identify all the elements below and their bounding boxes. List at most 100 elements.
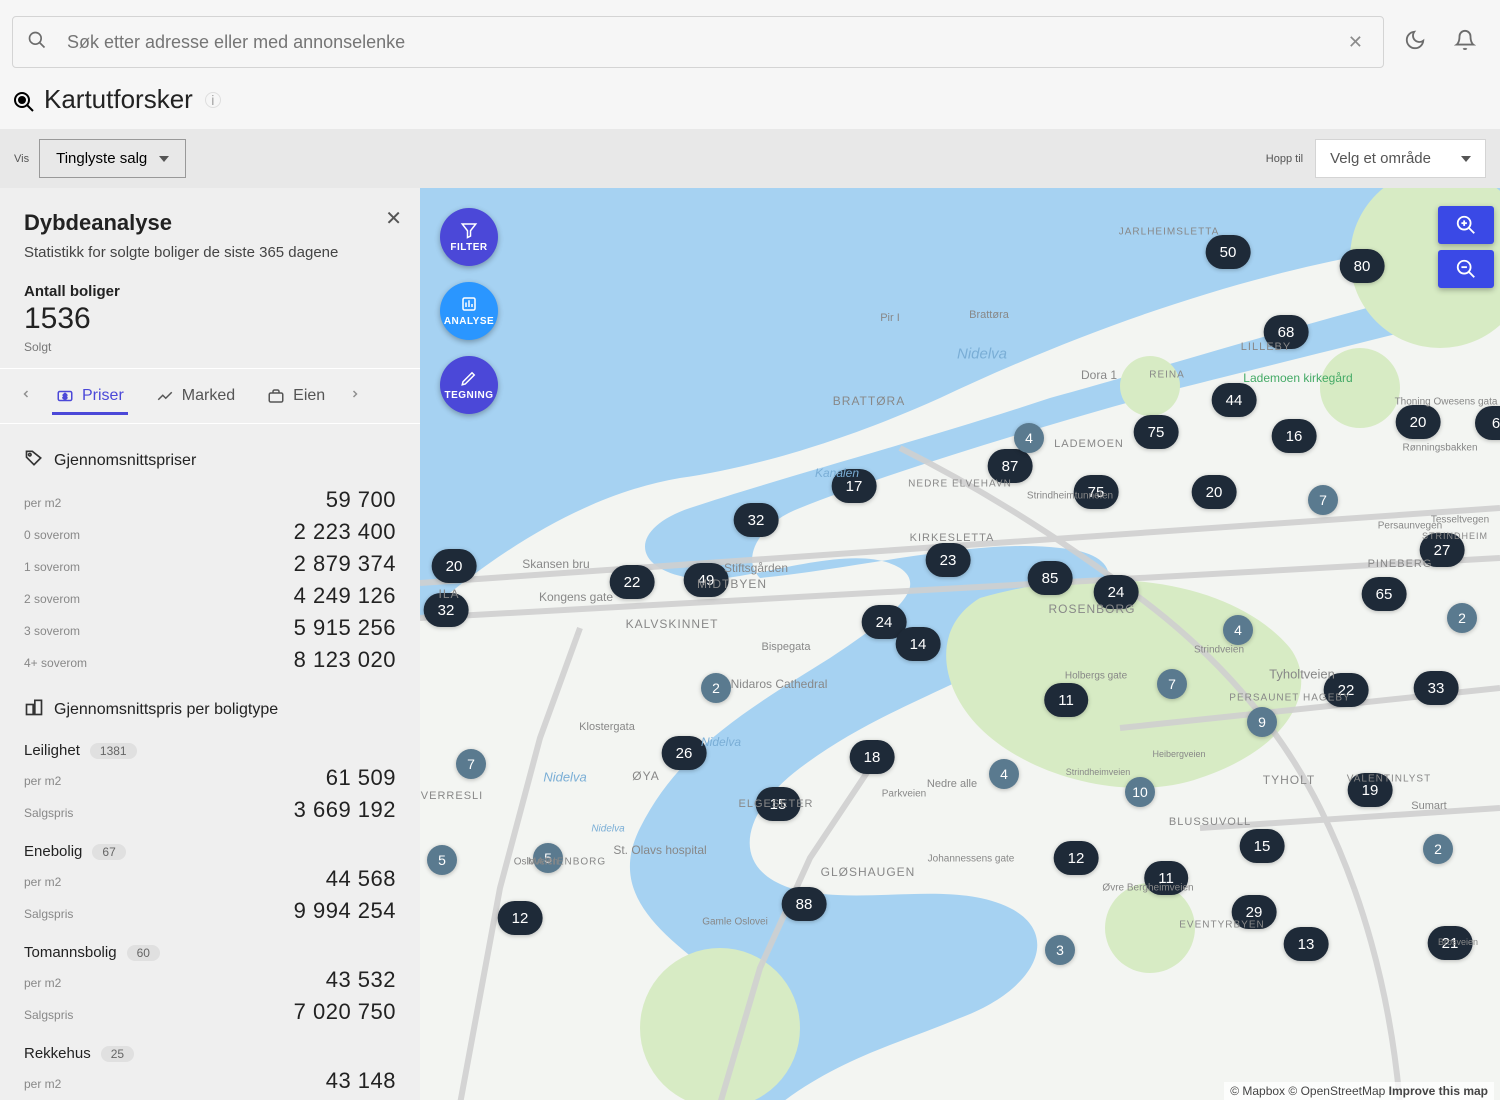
briefcase-icon [267,387,285,405]
section-title: Gjennomsnittspriser [54,452,196,470]
map-cluster[interactable]: 13 [1284,927,1329,961]
map-cluster-small[interactable]: 4 [989,759,1019,789]
row-label: per m2 [24,496,61,510]
area-dropdown-value: Velg et område [1330,150,1431,167]
map-cluster[interactable]: 68 [1264,315,1309,349]
map-cluster-small[interactable]: 10 [1125,777,1155,807]
analysis-panel: ✕ Dybdeanalyse Statistikk for solgte bol… [0,188,420,1100]
map-cluster[interactable]: 26 [662,736,707,770]
price-icon: $ [56,387,74,405]
map-canvas[interactable]: FILTER ANALYSE TEGNING © Mapbox © OpenSt… [420,188,1500,1100]
tab-label: Priser [82,387,124,405]
map-cluster[interactable]: 65 [1362,577,1407,611]
tab-priser[interactable]: $ Priser [40,373,140,419]
section-title: Gjennomsnittspris per boligtype [54,701,278,719]
map-cluster[interactable]: 12 [498,901,543,935]
map-cluster-small[interactable]: 2 [1423,834,1453,864]
map-cluster[interactable]: 23 [926,543,971,577]
zoom-in-button[interactable] [1438,206,1494,244]
search-box[interactable]: ✕ [12,16,1384,68]
analyse-fab[interactable]: ANALYSE [440,282,498,340]
map-cluster-small[interactable]: 7 [1308,485,1338,515]
map-cluster[interactable]: 80 [1340,249,1385,283]
app-logo-icon [12,90,32,110]
map-cluster[interactable]: 75 [1074,475,1119,509]
fab-label: TEGNING [444,390,493,401]
map-cluster[interactable]: 22 [610,565,655,599]
vis-label: Vis [14,153,29,165]
tabs-next-icon[interactable] [341,379,369,413]
close-panel-icon[interactable]: ✕ [385,206,402,231]
price-row: Salgspris9 994 254 [24,898,396,924]
map-cluster[interactable]: 75 [1134,415,1179,449]
map-cluster[interactable]: 32 [424,593,469,627]
map-cluster[interactable]: 32 [734,503,779,537]
map-cluster[interactable]: 49 [684,563,729,597]
map-cluster[interactable]: 19 [1348,773,1393,807]
map-cluster[interactable]: 50 [1206,235,1251,269]
dark-mode-icon[interactable] [1404,29,1426,56]
map-cluster[interactable]: 27 [1420,533,1465,567]
row-value: 2 879 374 [294,551,396,577]
row-value: 2 223 400 [294,519,396,545]
clear-icon[interactable]: ✕ [1342,26,1369,59]
map-cluster-small[interactable]: 7 [456,749,486,779]
property-type-header: Rekkehus25 [24,1045,396,1062]
ptype-count: 25 [101,1046,134,1062]
trend-icon [156,387,174,405]
map-cluster[interactable]: 21 [1428,926,1473,960]
property-type-header: Leilighet1381 [24,742,396,759]
page-title: Kartutforsker [44,84,193,115]
row-label: 3 soverom [24,624,80,638]
tab-label: Eien [293,387,325,405]
map-cluster[interactable]: 24 [1094,575,1139,609]
tab-eien[interactable]: Eien [251,373,341,419]
zoom-out-button[interactable] [1438,250,1494,288]
tab-marked[interactable]: Marked [140,373,251,419]
map-credits: © Mapbox © OpenStreetMap Improve this ma… [1224,1082,1494,1100]
panel-title: Dybdeanalyse [24,210,396,236]
map-cluster[interactable]: 29 [1232,895,1277,929]
map-cluster-small[interactable]: 5 [533,843,563,873]
kpi-sub: Solgt [24,340,396,354]
tabs-prev-icon[interactable] [12,379,40,413]
map-cluster[interactable]: 16 [1272,419,1317,453]
price-row: 1 soverom2 879 374 [24,551,396,577]
map-cluster-small[interactable]: 2 [1447,603,1477,633]
area-dropdown[interactable]: Velg et område [1315,139,1486,178]
map-cluster-small[interactable]: 7 [1157,669,1187,699]
map-cluster-small[interactable]: 4 [1014,423,1044,453]
map-cluster[interactable]: 20 [1192,475,1237,509]
map-cluster[interactable]: 33 [1414,671,1459,705]
map-cluster-small[interactable]: 2 [701,673,731,703]
map-cluster[interactable]: 14 [896,627,941,661]
map-cluster[interactable]: 88 [782,887,827,921]
map-cluster[interactable]: 85 [1028,561,1073,595]
map-cluster[interactable]: 17 [832,469,877,503]
map-cluster-small[interactable]: 5 [427,845,457,875]
map-cluster[interactable]: 22 [1324,673,1369,707]
search-input[interactable] [65,31,1342,54]
map-cluster-small[interactable]: 4 [1223,615,1253,645]
map-cluster[interactable]: 44 [1212,383,1257,417]
map-cluster[interactable]: 15 [756,787,801,821]
ptype-name: Enebolig [24,843,82,860]
map-cluster[interactable]: 18 [850,740,895,774]
map-cluster[interactable]: 20 [1396,405,1441,439]
map-cluster[interactable]: 87 [988,449,1033,483]
map-cluster-small[interactable]: 9 [1247,707,1277,737]
info-icon[interactable]: i [205,92,221,108]
map-cluster[interactable]: 12 [1054,841,1099,875]
vis-dropdown[interactable]: Tinglyste salg [39,139,186,178]
row-label: 0 soverom [24,528,80,542]
filter-fab[interactable]: FILTER [440,208,498,266]
map-cluster[interactable]: 15 [1240,829,1285,863]
row-label: 4+ soverom [24,656,87,670]
map-cluster[interactable]: 11 [1144,861,1188,895]
price-row: per m243 532 [24,967,396,993]
map-cluster[interactable]: 20 [432,549,477,583]
bell-icon[interactable] [1454,29,1476,56]
tegning-fab[interactable]: TEGNING [440,356,498,414]
map-cluster-small[interactable]: 3 [1045,935,1075,965]
map-cluster[interactable]: 11 [1044,683,1088,717]
